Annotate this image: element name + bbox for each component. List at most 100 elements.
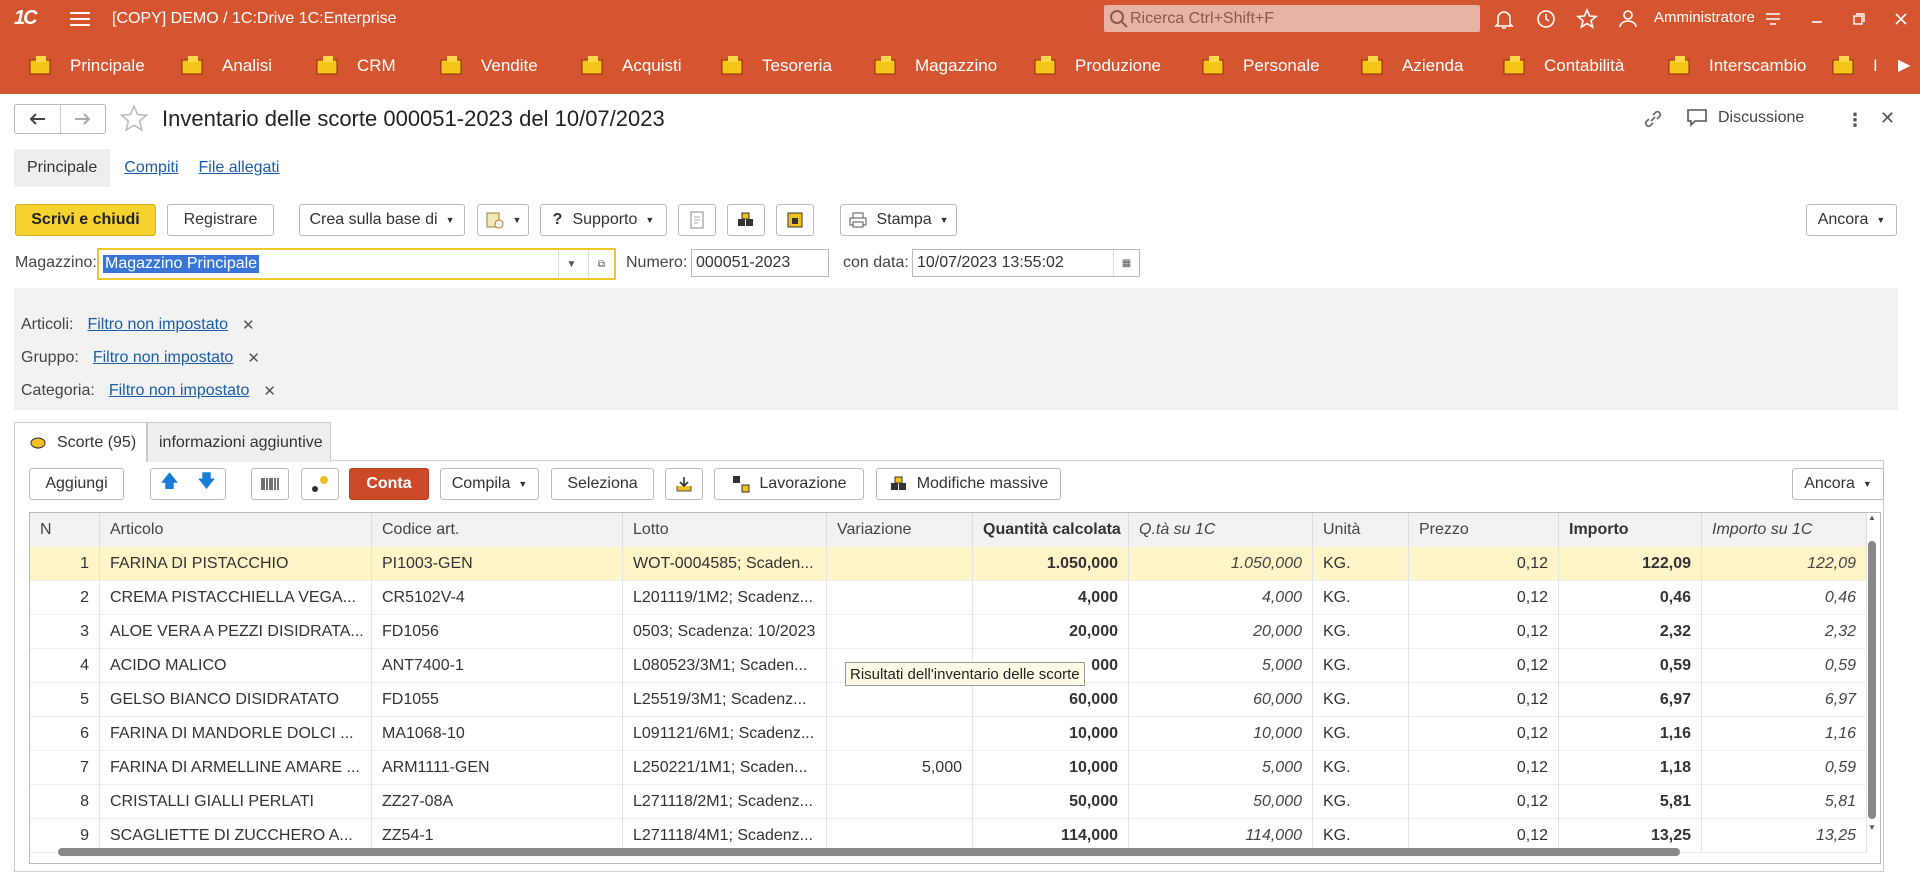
- table-cell[interactable]: 4,000: [1129, 581, 1313, 615]
- arrow-up-icon[interactable]: 🡅: [160, 469, 179, 499]
- table-cell[interactable]: KG.: [1313, 717, 1409, 751]
- table-cell[interactable]: 2,32: [1702, 615, 1867, 649]
- column-header[interactable]: Lotto: [623, 513, 827, 547]
- data-processor-button[interactable]: [301, 468, 339, 500]
- table-cell[interactable]: [827, 717, 973, 751]
- report-button[interactable]: [678, 204, 716, 236]
- table-cell[interactable]: ARM1111-GEN: [372, 751, 623, 785]
- table-more-button[interactable]: Ancora ▼: [1792, 468, 1884, 500]
- stock-structure-button[interactable]: [727, 204, 765, 236]
- table-row[interactable]: 1 FARINA DI PISTACCHIO PI1003-GEN WOT-00045…: [30, 547, 1880, 581]
- calendar-icon[interactable]: ▦: [1113, 250, 1139, 276]
- global-search-input[interactable]: Ricerca Ctrl+Shift+F: [1104, 5, 1480, 32]
- section-4[interactable]: Acquisti: [578, 37, 682, 94]
- table-cell[interactable]: KG.: [1313, 683, 1409, 717]
- column-header[interactable]: Unità: [1313, 513, 1409, 547]
- more-button[interactable]: Ancora ▼: [1806, 204, 1897, 236]
- table-cell[interactable]: 60,000: [1129, 683, 1313, 717]
- table-cell[interactable]: 8: [30, 785, 100, 819]
- count-button[interactable]: Conta: [349, 468, 429, 500]
- clear-filter-icon[interactable]: ✕: [247, 349, 260, 367]
- column-header[interactable]: Articolo: [100, 513, 372, 547]
- fill-button[interactable]: Compila ▼: [440, 468, 539, 500]
- table-cell[interactable]: 0,12: [1409, 683, 1559, 717]
- create-based-on-button[interactable]: Crea sulla base di ▼: [299, 204, 465, 236]
- table-cell[interactable]: KG.: [1313, 615, 1409, 649]
- table-cell[interactable]: 5,000: [827, 751, 973, 785]
- history-icon[interactable]: [1534, 7, 1558, 31]
- minimize-icon[interactable]: [1806, 8, 1828, 30]
- column-header[interactable]: Codice art.: [372, 513, 623, 547]
- table-cell[interactable]: 0,12: [1409, 615, 1559, 649]
- table-cell[interactable]: 20,000: [1129, 615, 1313, 649]
- section-12[interactable]: I: [1829, 37, 1878, 94]
- section-0[interactable]: Principale: [26, 37, 145, 94]
- table-cell[interactable]: 5,81: [1702, 785, 1867, 819]
- table-cell[interactable]: 1.050,000: [1129, 547, 1313, 581]
- table-cell[interactable]: 1,18: [1559, 751, 1702, 785]
- table-cell[interactable]: ZZ27-08A: [372, 785, 623, 819]
- table-cell[interactable]: FARINA DI MANDORLE DOLCI ...: [100, 717, 372, 751]
- table-cell[interactable]: 1.050,000: [973, 547, 1129, 581]
- table-row[interactable]: 6 FARINA DI MANDORLE DOLCI ... MA1068-10 L0…: [30, 717, 1880, 751]
- close-window-icon[interactable]: [1890, 8, 1912, 30]
- section-11[interactable]: Interscambio: [1665, 37, 1806, 94]
- table-cell[interactable]: 7: [30, 751, 100, 785]
- column-header[interactable]: Variazione: [827, 513, 973, 547]
- table-cell[interactable]: FD1056: [372, 615, 623, 649]
- section-8[interactable]: Personale: [1199, 37, 1320, 94]
- table-row[interactable]: 8 CRISTALLI GIALLI PERLATI ZZ27-08A L271118…: [30, 785, 1880, 819]
- favorite-star-icon[interactable]: [118, 103, 150, 135]
- tab-principale[interactable]: Principale: [14, 149, 111, 187]
- table-cell[interactable]: 6: [30, 717, 100, 751]
- table-cell[interactable]: ANT7400-1: [372, 649, 623, 683]
- table-cell[interactable]: 0,12: [1409, 785, 1559, 819]
- table-row[interactable]: 2 CREMA PISTACCHIELLA VEGA... CR5102V-4 L20…: [30, 581, 1880, 615]
- table-cell[interactable]: KG.: [1313, 751, 1409, 785]
- table-cell[interactable]: ACIDO MALICO: [100, 649, 372, 683]
- main-menu-icon[interactable]: [70, 11, 90, 26]
- table-cell[interactable]: 0,59: [1702, 751, 1867, 785]
- column-header[interactable]: Importo su 1C: [1702, 513, 1867, 547]
- table-cell[interactable]: [827, 547, 973, 581]
- section-9[interactable]: Azienda: [1358, 37, 1463, 94]
- table-cell[interactable]: [827, 785, 973, 819]
- related-docs-button[interactable]: ▼: [477, 204, 529, 236]
- table-cell[interactable]: 20,000: [973, 615, 1129, 649]
- section-5[interactable]: Tesoreria: [718, 37, 832, 94]
- table-cell[interactable]: 10,000: [1129, 717, 1313, 751]
- table-cell[interactable]: 50,000: [973, 785, 1129, 819]
- table-cell[interactable]: 122,09: [1702, 547, 1867, 581]
- table-cell[interactable]: 6,97: [1702, 683, 1867, 717]
- table-cell[interactable]: L091121/6M1; Scadenz...: [623, 717, 827, 751]
- table-cell[interactable]: 2: [30, 581, 100, 615]
- add-row-button[interactable]: Aggiungi: [29, 468, 124, 500]
- table-cell[interactable]: 10,000: [973, 717, 1129, 751]
- table-cell[interactable]: L080523/3M1; Scaden...: [623, 649, 827, 683]
- table-cell[interactable]: WOT-0004585; Scaden...: [623, 547, 827, 581]
- table-cell[interactable]: KG.: [1313, 785, 1409, 819]
- tab-file-allegati[interactable]: File allegati: [199, 159, 280, 177]
- forward-arrow-icon[interactable]: [61, 105, 106, 133]
- select-button[interactable]: Seleziona: [551, 468, 654, 500]
- section-3[interactable]: Vendite: [437, 37, 538, 94]
- user-icon[interactable]: [1616, 7, 1640, 31]
- table-cell[interactable]: KG.: [1313, 581, 1409, 615]
- table-cell[interactable]: 5,000: [1129, 649, 1313, 683]
- section-6[interactable]: Magazzino: [871, 37, 997, 94]
- tab-scorte[interactable]: Scorte (95): [14, 422, 147, 462]
- stock-lock-button[interactable]: [776, 204, 814, 236]
- table-cell[interactable]: 4,000: [973, 581, 1129, 615]
- table-cell[interactable]: GELSO BIANCO DISIDRATATO: [100, 683, 372, 717]
- number-field[interactable]: 000051-2023: [691, 249, 829, 277]
- table-cell[interactable]: 3: [30, 615, 100, 649]
- date-field[interactable]: 10/07/2023 13:55:02 ▦: [912, 249, 1140, 277]
- section-2[interactable]: CRM: [313, 37, 396, 94]
- column-header[interactable]: N: [30, 513, 100, 547]
- column-header[interactable]: Prezzo: [1409, 513, 1559, 547]
- table-cell[interactable]: 1,16: [1559, 717, 1702, 751]
- table-cell[interactable]: 0,12: [1409, 751, 1559, 785]
- table-cell[interactable]: 10,000: [973, 751, 1129, 785]
- table-cell[interactable]: 5,81: [1559, 785, 1702, 819]
- bell-icon[interactable]: [1492, 7, 1516, 31]
